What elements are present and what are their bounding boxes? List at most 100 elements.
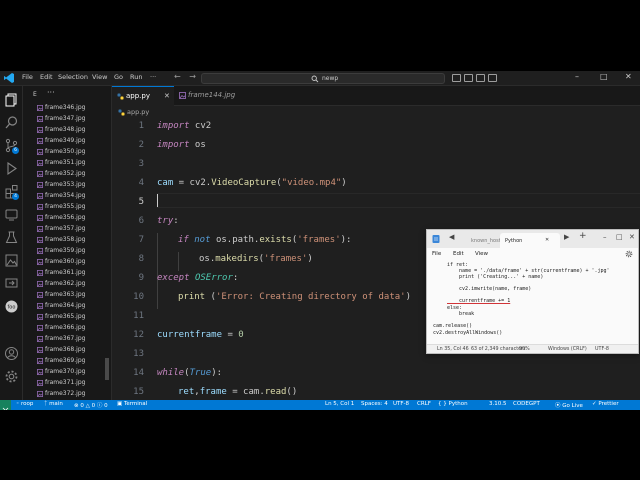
file-list-item[interactable]: frame364.jpg [23,301,111,312]
file-list-item[interactable]: frame352.jpg [23,169,111,180]
file-name: frame348.jpg [45,126,86,133]
maximize-button[interactable]: □ [616,233,623,241]
file-list-item[interactable]: frame353.jpg [23,180,111,191]
close-tab-icon[interactable]: ✕ [545,237,549,243]
search-icon[interactable] [4,115,19,130]
status-go-live[interactable]: ⦿ Go Live [555,401,583,409]
close-window-button[interactable]: ✕ [625,72,632,81]
file-list-item[interactable]: frame354.jpg [23,191,111,202]
menu-more[interactable]: ··· [150,73,156,81]
scroll-tabs-left-icon[interactable]: ◀ [449,233,454,241]
file-list-item[interactable]: frame365.jpg [23,312,111,323]
file-list-item[interactable]: frame366.jpg [23,323,111,334]
status-indentation[interactable]: Spaces: 4 [361,401,388,407]
maximize-button[interactable]: □ [600,72,608,81]
notepad-tab-known-hosts[interactable]: known_host [467,233,501,248]
file-list-item[interactable]: frame372.jpg [23,389,111,400]
file-list-item[interactable]: frame355.jpg [23,202,111,213]
toggle-panel-icon[interactable] [464,74,473,82]
file-list-item[interactable]: frame356.jpg [23,213,111,224]
file-list-item[interactable]: frame368.jpg [23,345,111,356]
back-arrow-icon[interactable]: ← [174,72,181,81]
live-share-icon[interactable] [4,276,19,291]
file-list-item[interactable]: frame362.jpg [23,279,111,290]
status-cursor-position[interactable]: Ln 5, Col 1 [325,401,354,407]
customize-layout-icon[interactable] [488,74,497,82]
notepad-menu-edit[interactable]: Edit [453,251,464,257]
extensions-icon[interactable]: 4 [4,184,19,200]
account-icon[interactable] [4,346,19,361]
extension-logo-icon[interactable]: foo [4,299,19,314]
more-actions-icon[interactable]: ··· [47,88,55,97]
file-list-item[interactable]: frame361.jpg [23,268,111,279]
status-python-version[interactable]: 3.10.5 [489,401,507,407]
menu-go[interactable]: Go [114,73,123,81]
status-language[interactable]: { } Python [438,401,468,407]
notepad-tab-python[interactable]: Python ✕ [500,233,560,248]
new-tab-icon[interactable]: + [579,231,587,241]
code-line-8: os.makedirs('frames') [199,254,313,264]
file-list-item[interactable]: frame349.jpg [23,136,111,147]
status-eol[interactable]: CRLF [417,401,431,407]
testing-icon[interactable] [4,230,19,245]
run-debug-icon[interactable] [4,161,19,176]
menu-selection[interactable]: Selection [58,73,88,81]
status-prettier[interactable]: ✓ Prettier [592,401,619,407]
breadcrumb[interactable]: app.py [112,106,640,119]
source-control-icon[interactable]: 6 [4,138,19,154]
command-center-search[interactable]: newp [201,73,445,84]
image-viewer-icon[interactable] [4,253,19,268]
remote-indicator[interactable] [0,400,11,410]
forward-arrow-icon[interactable]: → [189,72,196,81]
sidebar-scrollbar[interactable] [105,358,109,380]
file-list-item[interactable]: frame363.jpg [23,290,111,301]
close-tab-icon[interactable]: ✕ [164,92,170,100]
file-list-item[interactable]: frame347.jpg [23,114,111,125]
status-encoding[interactable]: UTF-8 [393,401,409,407]
file-list-item[interactable]: frame370.jpg [23,367,111,378]
explorer-icon[interactable] [4,92,19,107]
file-list-item[interactable]: frame359.jpg [23,246,111,257]
minimize-button[interactable]: – [575,72,579,81]
file-list-item[interactable]: frame351.jpg [23,158,111,169]
tab-label: app.py [126,92,150,100]
notepad-text-area[interactable]: if ret: name = './data/frame' + str(curr… [427,260,638,346]
file-name: frame351.jpg [45,159,86,166]
menu-run[interactable]: Run [130,73,142,81]
toggle-secondary-sidebar-icon[interactable] [476,74,485,82]
file-name: frame360.jpg [45,258,86,265]
status-terminal[interactable]: ▣ Terminal [117,401,147,407]
breadcrumb-file: app.py [127,108,150,116]
source-control-badge: 6 [12,147,19,154]
menu-file[interactable]: File [22,73,33,81]
image-file-icon [37,127,43,133]
menu-edit[interactable]: Edit [40,73,53,81]
status-problems[interactable]: ⊗ 0 △ 0 ⓘ 0 [74,401,108,409]
file-list-item[interactable]: frame357.jpg [23,224,111,235]
file-list-item[interactable]: frame371.jpg [23,378,111,389]
menu-view[interactable]: View [92,73,107,81]
file-list-item[interactable]: frame348.jpg [23,125,111,136]
tab-app-py[interactable]: app.py ✕ [112,86,174,106]
scroll-tabs-right-icon[interactable]: ▶ [564,233,569,241]
explorer-title: E [33,91,37,98]
toggle-sidebar-icon[interactable] [452,74,461,82]
file-list-item[interactable]: frame369.jpg [23,356,111,367]
status-branch[interactable]: ᛏ main [44,401,63,407]
settings-gear-icon[interactable] [625,250,633,258]
file-list: frame346.jpg frame347.jpg frame348.jpg fram… [23,103,111,400]
close-window-button[interactable]: ✕ [629,233,635,241]
minimize-button[interactable]: – [603,233,607,241]
file-list-item[interactable]: frame350.jpg [23,147,111,158]
status-codegpt[interactable]: CODEGPT [513,401,540,407]
remote-explorer-icon[interactable] [4,207,19,222]
file-list-item[interactable]: frame360.jpg [23,257,111,268]
file-list-item[interactable]: frame367.jpg [23,334,111,345]
notepad-menu-view[interactable]: View [475,251,488,257]
file-list-item[interactable]: frame358.jpg [23,235,111,246]
file-list-item[interactable]: frame346.jpg [23,103,111,114]
tab-frame-image[interactable]: frame144.jpg [174,86,235,106]
notepad-menu-file[interactable]: File [432,251,441,257]
status-folder[interactable]: ◦ roop [16,401,33,407]
settings-gear-icon[interactable] [4,369,19,384]
